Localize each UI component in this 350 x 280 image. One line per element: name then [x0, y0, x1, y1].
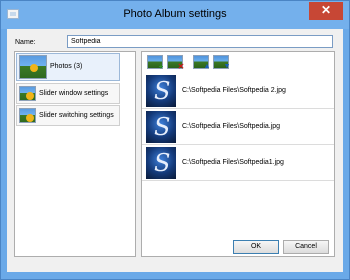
landscape-icon [19, 108, 36, 123]
settings-nav: Photos (3) Slider window settings Slider… [14, 51, 136, 257]
file-path: C:\Softpedia Files\Softpedia.jpg [182, 123, 281, 130]
sidebar-item-slider-window[interactable]: Slider window settings [16, 83, 120, 104]
file-path: C:\Softpedia Files\Softpedia1.jpg [182, 159, 284, 166]
move-up-button[interactable]: ▲ [193, 55, 211, 70]
remove-photo-button[interactable]: ✕ [167, 55, 185, 71]
sidebar-item-slider-switching[interactable]: Slider switching settings [16, 105, 120, 126]
photo-thumbnail: S [146, 111, 176, 143]
landscape-icon [19, 86, 36, 101]
list-item[interactable]: S C:\Softpedia Files\Softpedia1.jpg [142, 146, 334, 181]
landscape-icon [19, 55, 47, 79]
name-input[interactable] [67, 35, 333, 48]
delete-icon: ✕ [177, 62, 185, 71]
cancel-button[interactable]: Cancel [283, 240, 329, 254]
dialog-window: Photo Album settings ✕ Name: Photos (3) … [0, 0, 350, 280]
file-path: C:\Softpedia Files\Softpedia 2.jpg [182, 87, 286, 94]
add-photo-button[interactable]: + [147, 55, 164, 71]
list-item[interactable]: S C:\Softpedia Files\Softpedia.jpg [142, 110, 334, 145]
arrow-up-icon: ▲ [203, 63, 211, 70]
photo-thumbnail: S [146, 147, 176, 179]
sidebar-item-label: Slider window settings [39, 90, 109, 97]
ok-button[interactable]: OK [233, 240, 279, 254]
title-bar[interactable]: Photo Album settings ✕ [1, 1, 349, 29]
name-label: Name: [15, 39, 36, 46]
sidebar-item-photos[interactable]: Photos (3) [16, 53, 120, 81]
plus-icon: + [158, 62, 164, 71]
window-title: Photo Album settings [123, 8, 227, 20]
move-down-button[interactable]: ▼ [213, 55, 231, 70]
sidebar-item-label: Slider switching settings [39, 112, 114, 119]
photos-panel: + ✕ ▲ ▼ S C:\Softpedia Files\Softpedia 2… [141, 51, 335, 257]
dialog-body: Name: Photos (3) Slider window settings … [7, 29, 343, 272]
list-item[interactable]: S C:\Softpedia Files\Softpedia 2.jpg [142, 74, 334, 109]
sidebar-item-label: Photos (3) [50, 63, 83, 70]
close-button[interactable]: ✕ [309, 2, 343, 20]
arrow-down-icon: ▼ [223, 63, 231, 70]
photo-thumbnail: S [146, 75, 176, 107]
